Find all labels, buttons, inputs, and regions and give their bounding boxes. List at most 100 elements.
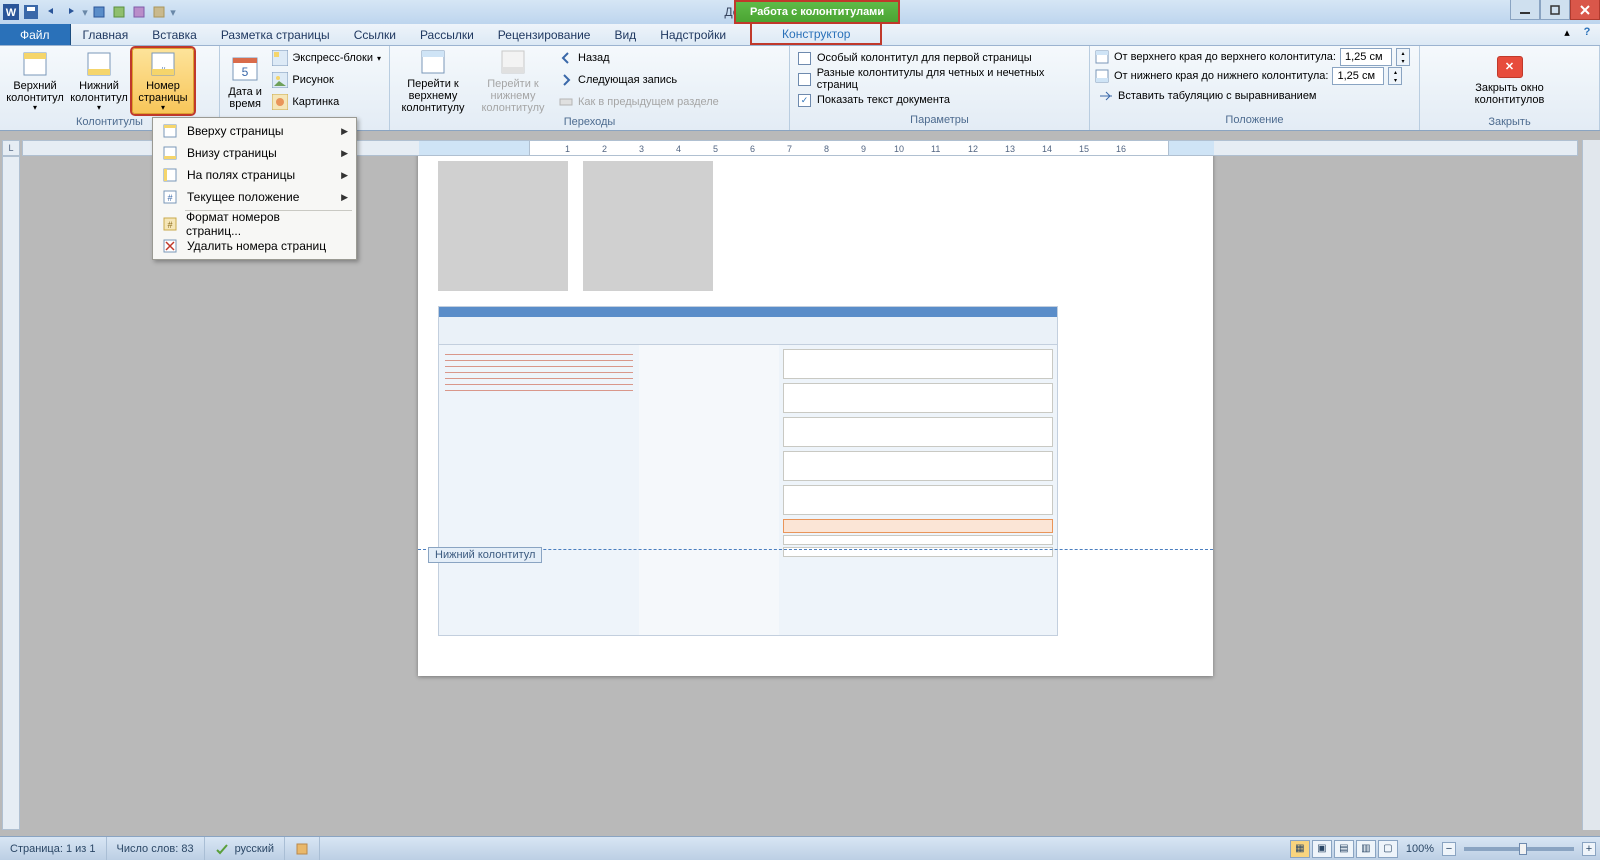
- header-icon: [19, 50, 51, 78]
- goto-footer-button: Перейти к нижнему колонтитулу: [474, 48, 552, 114]
- insert-align-tab-button[interactable]: Вставить табуляцию с выравниванием: [1094, 86, 1410, 106]
- menu-page-margins[interactable]: На полях страницы▶: [155, 164, 354, 186]
- tab-references[interactable]: Ссылки: [342, 24, 408, 45]
- group-label-pos: Положение: [1090, 114, 1419, 130]
- footer-offset-value[interactable]: 1,25 см: [1332, 67, 1384, 85]
- help-icon[interactable]: ?: [1578, 24, 1596, 40]
- format-icon: #: [161, 215, 178, 233]
- svg-text:5: 5: [242, 65, 249, 79]
- view-web[interactable]: ▤: [1334, 840, 1354, 858]
- goto-header-icon: [417, 48, 449, 76]
- status-words[interactable]: Число слов: 83: [107, 837, 205, 860]
- tab-layout[interactable]: Разметка страницы: [209, 24, 342, 45]
- menu-top-of-page[interactable]: Вверху страницы▶: [155, 120, 354, 142]
- status-macro[interactable]: [285, 837, 320, 860]
- clipart-icon: [272, 94, 288, 110]
- zoom-label[interactable]: 100%: [1400, 843, 1440, 855]
- tab-addins[interactable]: Надстройки: [648, 24, 738, 45]
- spinner-icon[interactable]: ▴▾: [1396, 48, 1410, 66]
- minimize-button[interactable]: [1510, 0, 1540, 20]
- macro-icon: [295, 842, 309, 856]
- tab-home[interactable]: Главная: [71, 24, 141, 45]
- status-language[interactable]: русский: [205, 837, 285, 860]
- footer-tag: Нижний колонтитул: [428, 547, 542, 563]
- header-offset-value[interactable]: 1,25 см: [1340, 48, 1392, 66]
- odd-even-checkbox[interactable]: Разные колонтитулы для четных и нечетных…: [794, 69, 1085, 89]
- view-draft[interactable]: ▢: [1378, 840, 1398, 858]
- qat-icon-3[interactable]: [130, 3, 148, 21]
- save-icon[interactable]: [22, 3, 40, 21]
- submenu-arrow-icon: ▶: [341, 126, 348, 137]
- header-offset-field: От верхнего края до верхнего колонтитула…: [1094, 48, 1410, 66]
- minimize-ribbon-icon[interactable]: ▴: [1558, 24, 1576, 40]
- svg-text:1: 1: [565, 144, 570, 154]
- page-top-icon: [161, 122, 179, 140]
- page-number-label: Номер страницы: [135, 80, 191, 104]
- svg-text:7: 7: [787, 144, 792, 154]
- window-controls: [1510, 0, 1600, 20]
- footer-offset-field: От нижнего края до нижнего колонтитула:1…: [1094, 67, 1410, 85]
- zoom-in-button[interactable]: +: [1582, 842, 1596, 856]
- maximize-button[interactable]: [1540, 0, 1570, 20]
- qat-dropdown[interactable]: ▾: [170, 3, 176, 21]
- svg-text:#: #: [167, 220, 172, 230]
- close-x-icon: ✕: [1497, 56, 1523, 78]
- zoom-out-button[interactable]: −: [1442, 842, 1456, 856]
- footer-button[interactable]: Нижний колонтитул▾: [68, 48, 130, 114]
- page-margins-icon: [161, 166, 179, 184]
- close-button[interactable]: [1570, 0, 1600, 20]
- picture-button[interactable]: Рисунок: [268, 70, 385, 90]
- next-section-button[interactable]: Следующая запись: [554, 70, 723, 90]
- view-outline[interactable]: ▥: [1356, 840, 1376, 858]
- zoom-slider[interactable]: [1464, 847, 1574, 851]
- vertical-scrollbar[interactable]: [1582, 140, 1600, 830]
- quickparts-button[interactable]: Экспресс-блоки ▾: [268, 48, 385, 68]
- link-icon: [558, 94, 574, 110]
- svg-text:13: 13: [1005, 144, 1015, 154]
- qat-icon-2[interactable]: [110, 3, 128, 21]
- page-1[interactable]: Нижний колонтитул: [418, 156, 1213, 676]
- tab-insert[interactable]: Вставка: [140, 24, 209, 45]
- close-header-footer-button[interactable]: ✕Закрыть окно колонтитулов: [1475, 48, 1545, 114]
- page-bottom-icon: [161, 144, 179, 162]
- tab-view[interactable]: Вид: [602, 24, 648, 45]
- redo-icon[interactable]: [62, 3, 80, 21]
- quickparts-icon: [272, 50, 288, 66]
- menu-bottom-of-page[interactable]: Внизу страницы▶: [155, 142, 354, 164]
- spinner-icon[interactable]: ▴▾: [1388, 67, 1402, 85]
- datetime-button[interactable]: 5Дата и время: [224, 48, 266, 114]
- goto-header-button[interactable]: Перейти к верхнему колонтитулу: [394, 48, 472, 114]
- view-fullscreen[interactable]: ▣: [1312, 840, 1332, 858]
- page-number-button[interactable]: #Номер страницы▾: [132, 48, 194, 114]
- tab-review[interactable]: Рецензирование: [486, 24, 603, 45]
- vertical-ruler[interactable]: [2, 156, 20, 830]
- tab-design[interactable]: Конструктор: [750, 24, 882, 45]
- status-page[interactable]: Страница: 1 из 1: [0, 837, 107, 860]
- show-doc-checkbox[interactable]: ✓Показать текст документа: [794, 90, 1085, 110]
- page-number-icon: #: [147, 50, 179, 78]
- header-button[interactable]: Верхний колонтитул▾: [4, 48, 66, 114]
- menu-remove-page-numbers[interactable]: Удалить номера страниц: [155, 235, 354, 257]
- picture-icon: [272, 72, 288, 88]
- svg-text:14: 14: [1042, 144, 1052, 154]
- menu-current-position[interactable]: #Текущее положение▶: [155, 186, 354, 208]
- zoom-thumb[interactable]: [1519, 843, 1527, 855]
- clipart-button[interactable]: Картинка: [268, 92, 385, 112]
- qat-icon-1[interactable]: [90, 3, 108, 21]
- remove-icon: [161, 237, 179, 255]
- spellcheck-icon: [215, 842, 229, 856]
- offset-bottom-icon: [1094, 68, 1110, 84]
- header-label: Верхний колонтитул: [6, 80, 64, 104]
- first-page-checkbox[interactable]: Особый колонтитул для первой страницы: [794, 48, 1085, 68]
- view-print-layout[interactable]: ▦: [1290, 840, 1310, 858]
- tab-mailings[interactable]: Рассылки: [408, 24, 486, 45]
- ruler-corner: L: [2, 140, 20, 156]
- file-tab[interactable]: Файл: [0, 24, 71, 45]
- word-icon: W: [2, 3, 20, 21]
- menu-format-page-numbers[interactable]: #Формат номеров страниц...: [155, 213, 354, 235]
- undo-icon[interactable]: [42, 3, 60, 21]
- prev-section-button[interactable]: Назад: [554, 48, 723, 68]
- qat-icon-4[interactable]: [150, 3, 168, 21]
- svg-text:3: 3: [639, 144, 644, 154]
- footer-icon: [83, 50, 115, 78]
